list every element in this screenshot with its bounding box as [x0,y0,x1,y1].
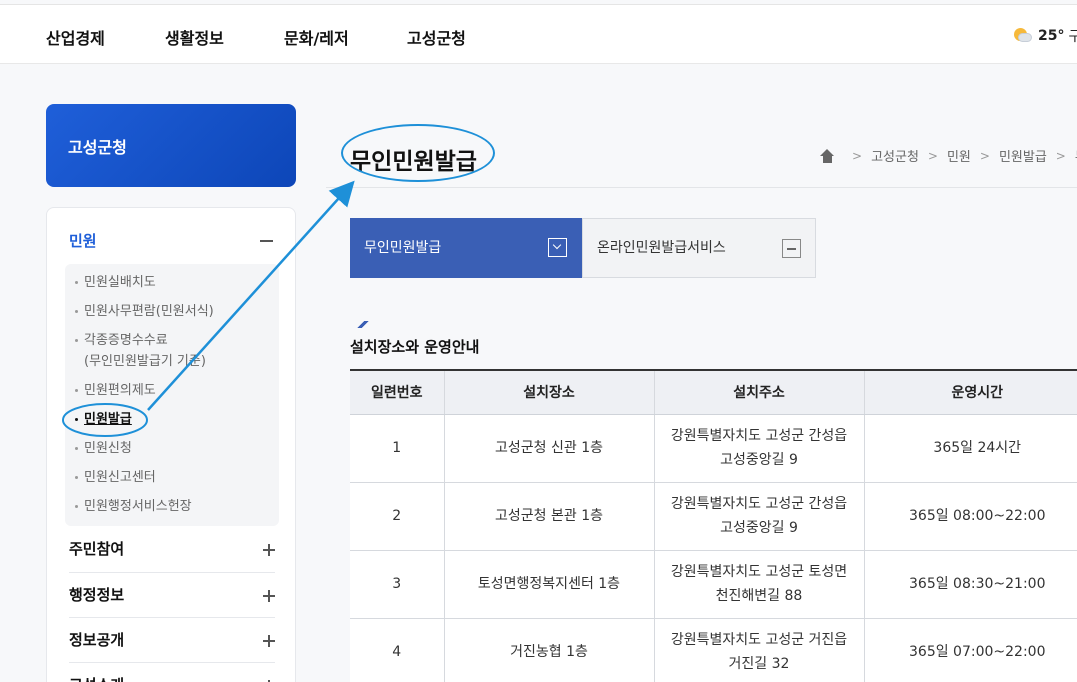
weather-widget: 25° 구 [1014,26,1077,46]
weather-extra-text: 구 [1068,29,1077,45]
weather-temperature: 25° [1038,28,1065,44]
breadcrumb-item[interactable]: 민원 [947,146,971,165]
breadcrumb-item[interactable]: 고성군청 [871,146,919,165]
table-row: 4 거진농협 1층 강원특별자치도 고성군 거진읍 거진길 32 365일 07:… [350,618,1077,682]
sidebar-sub-item-active[interactable]: 민원발급 [75,409,132,430]
sidebar-menu-info-disclosure[interactable]: 정보공개 [69,617,275,662]
sidebar-sub-item[interactable]: 각종증명수수료 (무인민원발급기 기준) [75,330,206,372]
table-row: 2 고성군청 본관 1층 강원특별자치도 고성군 간성읍 고성중앙길 9 365일… [350,482,1077,551]
nav-item-industry-economy[interactable]: 산업경제 [46,25,105,49]
table-header-address: 설치주소 [654,369,865,415]
partly-cloudy-icon [1014,28,1034,44]
annotation-ellipse-title [341,124,495,182]
sidebar-title: 고성군청 [46,104,296,187]
tab-unmanned-issuance[interactable]: 무인민원발급 [350,218,582,278]
sidebar-menu: 민원 민원실배치도 민원사무편람(민원서식) 각종증명수수료 (무인민원발급기 기… [46,207,296,682]
top-navigation: 산업경제 생활정보 문화/레저 고성군청 25° 구 [0,4,1077,64]
table-cell-place: 토성면행정복지센터 1층 [444,550,655,619]
section-deco-icon [355,321,369,328]
home-icon[interactable] [820,148,835,163]
nav-item-life-info[interactable]: 생활정보 [165,25,224,49]
table-cell-no: 1 [350,414,445,483]
table-cell-address: 강원특별자치도 고성군 간성읍 고성중앙길 9 [654,414,865,483]
table-cell-hours: 365일 07:00~22:00 [864,618,1077,682]
sidebar-menu-admin-info[interactable]: 행정정보 [69,572,275,617]
table-cell-hours: 365일 24시간 [864,414,1077,483]
nav-item-goseong-office[interactable]: 고성군청 [407,25,466,49]
table-cell-hours: 365일 08:30~21:00 [864,550,1077,619]
sidebar-sub-item[interactable]: 민원행정서비스헌장 [75,496,192,517]
table-cell-place: 고성군청 본관 1층 [444,482,655,551]
sidebar-menu-goseong-intro[interactable]: 고성소개 [69,662,275,682]
table-cell-address: 강원특별자치도 고성군 간성읍 고성중앙길 9 [654,482,865,551]
nav-item-culture-leisure[interactable]: 문화/레저 [284,25,349,49]
section-title: 설치장소와 운영안내 [350,338,480,356]
chevron-right-icon: > [852,148,863,163]
table-header-hours: 운영시간 [864,369,1077,415]
minus-box-icon[interactable] [782,239,801,258]
table-header-row: 일련번호 설치장소 설치주소 운영시간 [350,369,1077,415]
chevron-right-icon: > [1055,148,1066,163]
sidebar-menu-citizen-participation[interactable]: 주민참여 [69,527,275,572]
table-header-place: 설치장소 [444,369,655,415]
table-cell-hours: 365일 08:00~22:00 [864,482,1077,551]
table-cell-no: 4 [350,618,445,682]
sidebar-sub-list: 민원실배치도 민원사무편람(민원서식) 각종증명수수료 (무인민원발급기 기준) … [65,264,279,526]
sidebar-sub-item[interactable]: 민원편의제도 [75,380,156,401]
chevron-right-icon: > [979,148,990,163]
expand-icon[interactable] [263,544,275,556]
table-cell-address: 강원특별자치도 고성군 거진읍 거진길 32 [654,618,865,682]
expand-icon[interactable] [263,635,275,647]
expand-icon[interactable] [263,590,275,602]
chevron-down-icon[interactable] [548,238,567,257]
sidebar-sub-item[interactable]: 민원실배치도 [75,272,156,293]
breadcrumb-item[interactable]: 민원발급 [999,146,1047,165]
collapse-icon[interactable] [260,240,273,242]
sidebar-sub-item[interactable]: 민원신고센터 [75,467,156,488]
chevron-right-icon: > [927,148,938,163]
table-row: 3 토성면행정복지센터 1층 강원특별자치도 고성군 토성면 천진해변길 88 3… [350,550,1077,619]
sidebar-sub-item[interactable]: 민원신청 [75,438,132,459]
table-row: 1 고성군청 신관 1층 강원특별자치도 고성군 간성읍 고성중앙길 9 365일… [350,414,1077,483]
table-cell-place: 거진농협 1층 [444,618,655,682]
table-cell-no: 2 [350,482,445,551]
header-divider [326,187,1077,188]
tab-online-issuance[interactable]: 온라인민원발급서비스 [582,218,816,278]
table-header-no: 일련번호 [350,369,445,415]
sidebar-sub-item[interactable]: 민원사무편람(민원서식) [75,301,214,322]
location-table: 일련번호 설치장소 설치주소 운영시간 1 고성군청 신관 1층 강원특별자치도… [350,369,1077,682]
table-cell-address: 강원특별자치도 고성군 토성면 천진해변길 88 [654,550,865,619]
table-cell-no: 3 [350,550,445,619]
breadcrumb: > 고성군청 > 민원 > 민원발급 > 무 [820,146,1077,165]
sidebar-section-minwon[interactable]: 민원 [69,230,97,251]
table-cell-place: 고성군청 신관 1층 [444,414,655,483]
